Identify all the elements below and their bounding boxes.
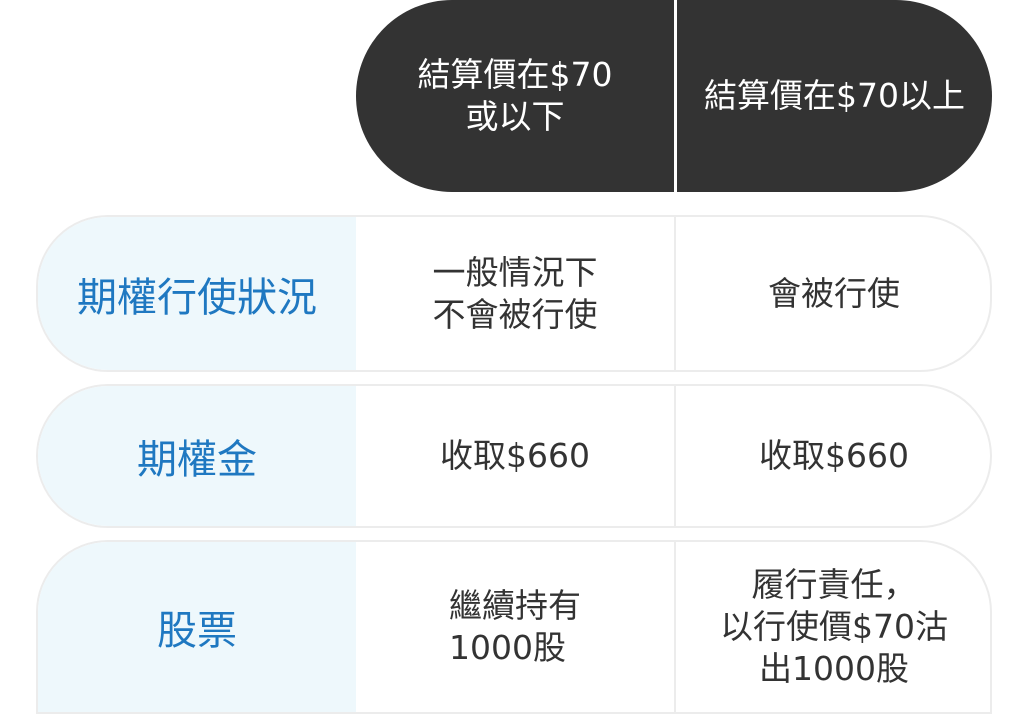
cell-at-or-below-70: 繼續持有 1000股 xyxy=(449,586,581,667)
row-label: 股票 xyxy=(38,542,356,712)
table-row-stock: 股票 繼續持有 1000股 履行責任， 以行使價$70沽 出1000股 xyxy=(36,540,992,714)
cell-at-or-below-70: 一般情況下 不會被行使 xyxy=(432,252,598,334)
cell-at-or-below-70: 收取$660 xyxy=(440,436,590,475)
cell-above-70: 履行責任， 以行使價$70沽 出1000股 xyxy=(720,565,948,688)
table-header: 結算價在$70 或以下 結算價在$70以上 xyxy=(356,0,992,192)
header-settlement-at-or-below-70: 結算價在$70 或以下 xyxy=(417,55,613,136)
row-label: 期權金 xyxy=(38,386,356,526)
header-settlement-above-70: 結算價在$70以上 xyxy=(704,76,965,115)
row-label: 期權行使狀況 xyxy=(38,217,356,370)
table-row-premium: 期權金 收取$660 收取$660 xyxy=(36,384,992,528)
table-row-exercise-status: 期權行使狀況 一般情況下 不會被行使 會被行使 xyxy=(36,215,992,372)
cell-above-70: 收取$660 xyxy=(759,436,909,475)
cell-above-70: 會被行使 xyxy=(768,273,900,313)
